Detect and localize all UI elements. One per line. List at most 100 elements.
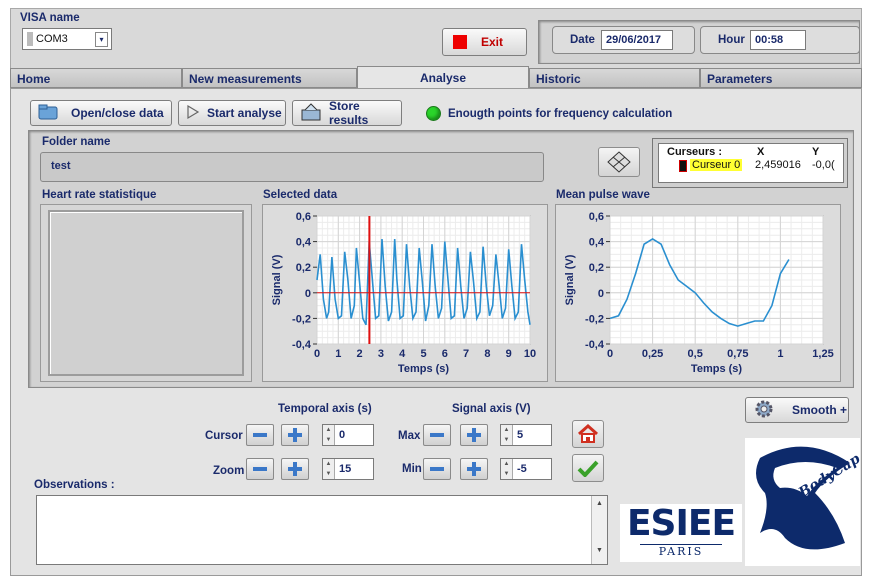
tab-analyse[interactable]: Analyse	[357, 66, 529, 88]
folder-icon	[37, 103, 59, 124]
x-tick-label: 5	[420, 348, 426, 360]
max-value-input[interactable]: ▲ ▼ 5	[500, 424, 552, 446]
reset-axes-button[interactable]	[572, 420, 604, 448]
x-axis-label: Temps (s)	[691, 363, 742, 375]
cursor-move-button[interactable]	[598, 147, 640, 177]
spin-arrows-icon[interactable]: ▲ ▼	[501, 425, 513, 445]
x-tick-label: 1	[335, 348, 341, 360]
x-tick-label: 1	[777, 348, 783, 360]
x-tick-label: 0,5	[688, 348, 703, 360]
date-label: Date	[570, 34, 595, 46]
scroll-up-icon[interactable]: ▲	[592, 500, 607, 507]
zoom-value-input[interactable]: ▲ ▼ 15	[322, 458, 374, 480]
selected-data-chart[interactable]: 0 1 2 3 4 5 6 7 8 9 10 -0,4 -0,2 0 0,2 0,4 0,6 Temps (s) S…	[262, 204, 548, 382]
y-tick-label: 0,2	[589, 262, 604, 274]
min-label: Min	[402, 463, 422, 475]
esiee-logo: ESIEE PARIS	[620, 504, 742, 562]
apply-axes-button[interactable]	[572, 454, 604, 482]
y-tick-label: -0,2	[292, 313, 311, 325]
cursor-col-y: Y	[812, 146, 820, 158]
exit-button[interactable]: Exit	[442, 28, 527, 56]
x-tick-label: 3	[378, 348, 384, 360]
x-tick-label: 9	[506, 348, 512, 360]
x-tick-label: 6	[442, 348, 448, 360]
start-analyse-label: Start analyse	[207, 106, 282, 120]
zoom-plus-button[interactable]	[281, 458, 309, 480]
cursor-col-x: X	[757, 146, 765, 158]
y-tick-label: -0,4	[585, 339, 605, 351]
min-plus-button[interactable]	[460, 458, 488, 480]
zoom-minus-button[interactable]	[246, 458, 274, 480]
home-icon	[578, 424, 598, 443]
max-label: Max	[398, 430, 421, 442]
stop-icon	[453, 35, 467, 49]
signal-axis-title: Signal axis (V)	[452, 403, 531, 415]
minus-icon	[253, 467, 267, 471]
spin-arrows-icon[interactable]: ▲ ▼	[323, 459, 335, 479]
cursor-x-value: 2,459016	[755, 159, 801, 171]
tab-home[interactable]: Home	[10, 68, 182, 88]
mean-pulse-chart[interactable]: 0 0,25 0,5 0,75 1 1,25 -0,4 -0,2 0 0,2 0,4 0,6 Temps…	[555, 204, 841, 382]
esiee-logo-text: ESIEE	[626, 503, 736, 544]
store-results-label: Store results	[329, 99, 369, 127]
minus-icon	[430, 433, 444, 437]
max-plus-button[interactable]	[460, 424, 488, 446]
smooth-label: Smooth +	[792, 403, 848, 417]
y-tick-label: 0,6	[296, 211, 311, 223]
tab-historic[interactable]: Historic	[529, 68, 700, 88]
store-results-button[interactable]: Store results	[292, 99, 402, 127]
temporal-axis-title: Temporal axis (s)	[278, 403, 372, 415]
cursor-plus-button[interactable]	[281, 424, 309, 446]
bodycap-logo: BodyCap	[745, 438, 863, 566]
y-tick-label: 0,4	[589, 237, 605, 249]
y-axis-label: Signal (V)	[271, 254, 283, 305]
x-tick-label: 8	[484, 348, 490, 360]
y-tick-label: 0,6	[589, 211, 604, 223]
y-tick-label: -0,4	[292, 339, 312, 351]
y-tick-label: 0	[598, 288, 604, 300]
folder-name-label: Folder name	[42, 136, 111, 148]
y-tick-label: 0,2	[296, 262, 311, 274]
spin-arrows-icon[interactable]: ▲ ▼	[501, 459, 513, 479]
open-close-data-button[interactable]: Open/close data	[30, 100, 172, 126]
tab-new-measurements[interactable]: New measurements	[182, 68, 357, 88]
cursor-minus-button[interactable]	[246, 424, 274, 446]
visa-select[interactable]: COM3 ▾	[22, 28, 112, 50]
spin-arrows-icon[interactable]: ▲ ▼	[323, 425, 335, 445]
cursor-color-swatch[interactable]	[679, 160, 687, 172]
max-minus-button[interactable]	[423, 424, 451, 446]
x-tick-label: 0	[314, 348, 320, 360]
min-minus-button[interactable]	[423, 458, 451, 480]
chevron-down-icon[interactable]: ▾	[95, 31, 108, 47]
y-tick-label: -0,2	[585, 313, 604, 325]
resource-icon	[27, 32, 33, 46]
observations-scrollbar[interactable]: ▲ ▼	[591, 496, 607, 564]
plus-icon	[288, 462, 302, 476]
start-analyse-button[interactable]: Start analyse	[178, 100, 286, 126]
play-icon	[185, 104, 201, 123]
frequency-indicator-led	[426, 106, 441, 121]
cursor-name[interactable]: Curseur 0	[690, 159, 743, 171]
esiee-logo-paris: PARIS	[640, 544, 722, 558]
exit-label: Exit	[481, 35, 504, 49]
x-axis-label: Temps (s)	[398, 363, 449, 375]
x-tick-label: 2	[357, 348, 363, 360]
observations-textarea[interactable]	[36, 495, 608, 565]
heart-rate-label: Heart rate statistique	[42, 189, 157, 201]
minus-icon	[430, 467, 444, 471]
max-value: 5	[517, 429, 524, 441]
x-tick-label: 7	[463, 348, 469, 360]
heart-rate-display	[48, 210, 244, 376]
x-tick-label: 0	[607, 348, 613, 360]
zoom-value: 15	[339, 463, 352, 475]
cursor-y-value: -0,0(	[812, 159, 835, 171]
open-close-label: Open/close data	[71, 106, 164, 120]
min-value: -5	[517, 463, 527, 475]
scroll-down-icon[interactable]: ▼	[592, 547, 607, 554]
cursor-axis-label: Cursor	[205, 430, 243, 442]
min-value-input[interactable]: ▲ ▼ -5	[500, 458, 552, 480]
cursor-value-input[interactable]: ▲ ▼ 0	[322, 424, 374, 446]
tab-parameters[interactable]: Parameters	[700, 68, 862, 88]
folder-name-field[interactable]: test	[40, 152, 544, 182]
smooth-button[interactable]: Smooth +	[745, 397, 849, 423]
